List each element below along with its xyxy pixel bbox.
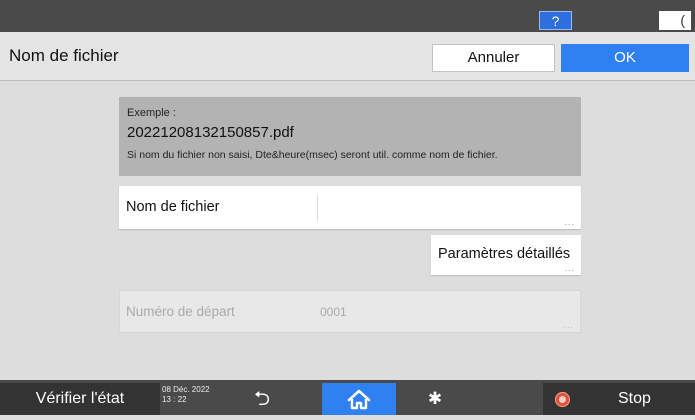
settings-button[interactable]: ✱: [410, 383, 460, 415]
stop-icon: [555, 392, 570, 407]
stop-label: Stop: [618, 390, 651, 407]
energy-saver-button[interactable]: (: [659, 11, 691, 30]
time-text: 13 : 22: [162, 395, 187, 404]
detailed-settings-button[interactable]: Paramètres détaillés ...: [431, 235, 581, 275]
start-number-value: 0001: [320, 305, 347, 319]
stop-button[interactable]: Stop: [543, 383, 695, 415]
more-indicator: ...: [563, 320, 574, 330]
example-note: Si nom du fichier non saisi, Dte&heure(m…: [127, 149, 498, 161]
more-indicator: ...: [564, 217, 575, 227]
top-status-bar: ? (: [0, 0, 695, 32]
back-button[interactable]: ⮌: [237, 383, 287, 415]
start-number-field: Numéro de départ 0001 ...: [119, 290, 581, 333]
bottom-bar: Vérifier l'état 08 Déc. 2022 13 : 22 ⮌ ✱…: [0, 380, 695, 415]
back-arrow-icon: ⮌: [253, 388, 271, 410]
home-button[interactable]: [322, 383, 396, 415]
filename-label: Nom de fichier: [126, 199, 220, 215]
content-area: Exemple : 20221208132150857.pdf Si nom d…: [0, 81, 695, 380]
check-status-button[interactable]: Vérifier l'état: [0, 383, 160, 415]
example-label: Exemple :: [127, 107, 176, 119]
ok-button[interactable]: OK: [561, 44, 689, 72]
page-title: Nom de fichier: [9, 46, 119, 65]
more-indicator: ...: [564, 263, 575, 273]
home-icon: [347, 389, 371, 410]
detailed-settings-label: Paramètres détaillés: [438, 246, 571, 262]
cancel-button[interactable]: Annuler: [432, 44, 555, 72]
filename-field[interactable]: Nom de fichier ...: [119, 186, 581, 229]
example-filename: 20221208132150857.pdf: [127, 124, 294, 141]
date-time: 08 Déc. 2022 13 : 22: [162, 385, 210, 405]
title-bar: Nom de fichier Annuler OK: [0, 32, 695, 81]
gear-icon: ✱: [427, 389, 443, 408]
help-button[interactable]: ?: [539, 11, 572, 30]
field-divider: [317, 195, 318, 221]
example-box: Exemple : 20221208132150857.pdf Si nom d…: [119, 97, 581, 176]
date-text: 08 Déc. 2022: [162, 385, 210, 394]
start-number-label: Numéro de départ: [126, 304, 235, 319]
moon-icon: (: [680, 12, 685, 28]
